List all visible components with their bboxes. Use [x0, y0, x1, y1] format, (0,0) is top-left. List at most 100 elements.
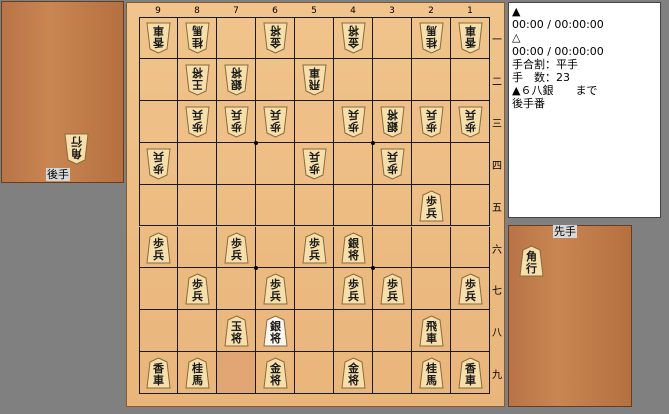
sente-lance[interactable]: 香車 [458, 357, 483, 389]
sente-pawn[interactable]: 歩兵 [263, 273, 288, 305]
board-square[interactable] [451, 226, 490, 269]
board-square[interactable] [451, 184, 490, 227]
svg-text:歩: 歩 [309, 162, 320, 176]
sente-knight[interactable]: 桂馬 [419, 357, 444, 389]
svg-text:歩: 歩 [270, 120, 281, 134]
sente-pawn[interactable]: 歩兵 [380, 273, 405, 305]
gote-pawn[interactable]: 歩兵 [458, 106, 483, 138]
sente-pawn[interactable]: 歩兵 [419, 190, 444, 222]
board-square[interactable] [217, 184, 256, 227]
board-square[interactable] [256, 184, 295, 227]
board-square[interactable] [295, 352, 334, 395]
sente-pawn[interactable]: 歩兵 [146, 231, 171, 264]
gote-gold[interactable]: 金将 [341, 22, 366, 54]
sente-rook[interactable]: 飛車 [419, 315, 444, 347]
board-square[interactable] [295, 17, 334, 59]
sente-gold[interactable]: 金将 [263, 357, 288, 389]
board-square[interactable] [334, 184, 373, 227]
gote-pawn[interactable]: 歩兵 [224, 106, 249, 138]
board-square[interactable] [139, 310, 178, 353]
board-square[interactable] [295, 268, 334, 311]
sente-king[interactable]: 玉将 [224, 315, 249, 347]
sente-gold[interactable]: 金将 [341, 357, 366, 389]
board-square[interactable] [334, 58, 373, 101]
gote-silver[interactable]: 銀将 [224, 64, 249, 96]
board-square[interactable] [412, 226, 451, 269]
board-square[interactable] [451, 142, 490, 185]
board-square[interactable] [412, 142, 451, 185]
gote-pawn[interactable]: 歩兵 [146, 148, 171, 180]
rank-label: 七 [492, 286, 502, 298]
sente-hand-bishop[interactable]: 角行 [519, 245, 544, 277]
board-square[interactable] [256, 226, 295, 269]
board-square[interactable] [412, 58, 451, 101]
svg-text:歩: 歩 [465, 120, 476, 134]
board-square[interactable] [373, 58, 412, 101]
sente-pawn[interactable]: 歩兵 [224, 231, 249, 264]
board-square[interactable] [256, 142, 295, 185]
svg-text:歩: 歩 [387, 277, 398, 291]
board-square[interactable] [334, 310, 373, 353]
gote-rook[interactable]: 飛車 [302, 64, 327, 96]
sente-silver[interactable]: 銀将 [341, 231, 366, 264]
sente-pawn[interactable]: 歩兵 [185, 273, 210, 305]
board-square[interactable] [139, 100, 178, 143]
board-square[interactable] [451, 310, 490, 353]
gote-pawn[interactable]: 歩兵 [263, 106, 288, 138]
sente-pawn[interactable]: 歩兵 [458, 273, 483, 305]
board-square[interactable] [256, 58, 295, 101]
board-square[interactable] [373, 17, 412, 59]
gote-piece-stand[interactable]: 後手 角行 [1, 1, 124, 183]
svg-text:桂: 桂 [425, 361, 437, 375]
svg-text:金: 金 [347, 361, 360, 375]
sente-mark: △ [512, 31, 521, 45]
board-square[interactable] [139, 58, 178, 101]
board-square[interactable] [217, 268, 256, 311]
gote-pawn[interactable]: 歩兵 [185, 106, 210, 138]
gote-knight[interactable]: 桂馬 [419, 22, 444, 54]
sente-pawn[interactable]: 歩兵 [302, 231, 327, 264]
board-square[interactable] [412, 268, 451, 311]
svg-text:兵: 兵 [231, 108, 242, 122]
sente-knight[interactable]: 桂馬 [185, 357, 210, 389]
svg-text:歩: 歩 [270, 277, 281, 291]
board-square[interactable] [295, 100, 334, 143]
svg-text:行: 行 [525, 261, 537, 275]
board-square[interactable] [178, 226, 217, 269]
board-square[interactable] [451, 58, 490, 101]
board-square[interactable] [217, 352, 256, 395]
board-square[interactable] [373, 184, 412, 227]
sente-pawn[interactable]: 歩兵 [341, 273, 366, 305]
gote-pawn[interactable]: 歩兵 [341, 106, 366, 138]
board-square[interactable] [295, 310, 334, 353]
sente-silver[interactable]: 銀将 [263, 315, 288, 347]
gote-pawn[interactable]: 歩兵 [419, 106, 444, 138]
svg-text:歩: 歩 [348, 277, 359, 291]
rank-label: 八 [492, 328, 502, 340]
board-square[interactable] [295, 184, 334, 227]
gote-pawn[interactable]: 歩兵 [302, 148, 327, 180]
sente-lance[interactable]: 香車 [146, 357, 171, 389]
board-square[interactable] [373, 226, 412, 269]
board-square[interactable] [334, 142, 373, 185]
board-square[interactable] [373, 352, 412, 395]
board-square[interactable] [373, 310, 412, 353]
board-square[interactable] [217, 142, 256, 185]
gote-king[interactable]: 王将 [185, 64, 210, 96]
gote-knight[interactable]: 桂馬 [185, 22, 210, 54]
gote-hand-bishop[interactable]: 角行 [64, 133, 89, 165]
sente-piece-stand[interactable]: 先手 角行 [508, 225, 632, 407]
gote-gold[interactable]: 金将 [263, 22, 288, 54]
svg-text:兵: 兵 [426, 108, 437, 122]
gote-lance[interactable]: 香車 [458, 22, 483, 54]
board-square[interactable] [178, 142, 217, 185]
gote-lance[interactable]: 香車 [146, 22, 171, 54]
gote-silver[interactable]: 銀将 [380, 106, 405, 138]
gote-pawn[interactable]: 歩兵 [380, 148, 405, 180]
board-square[interactable] [217, 17, 256, 59]
board-square[interactable] [139, 268, 178, 311]
board-square[interactable] [178, 310, 217, 353]
board-square[interactable] [178, 184, 217, 227]
board-square[interactable] [139, 184, 178, 227]
board-grid[interactable]: 香車桂馬金将金将桂馬香車王将銀将飛車歩兵歩兵歩兵歩兵銀将歩兵歩兵歩兵歩兵歩兵歩兵… [139, 17, 490, 395]
